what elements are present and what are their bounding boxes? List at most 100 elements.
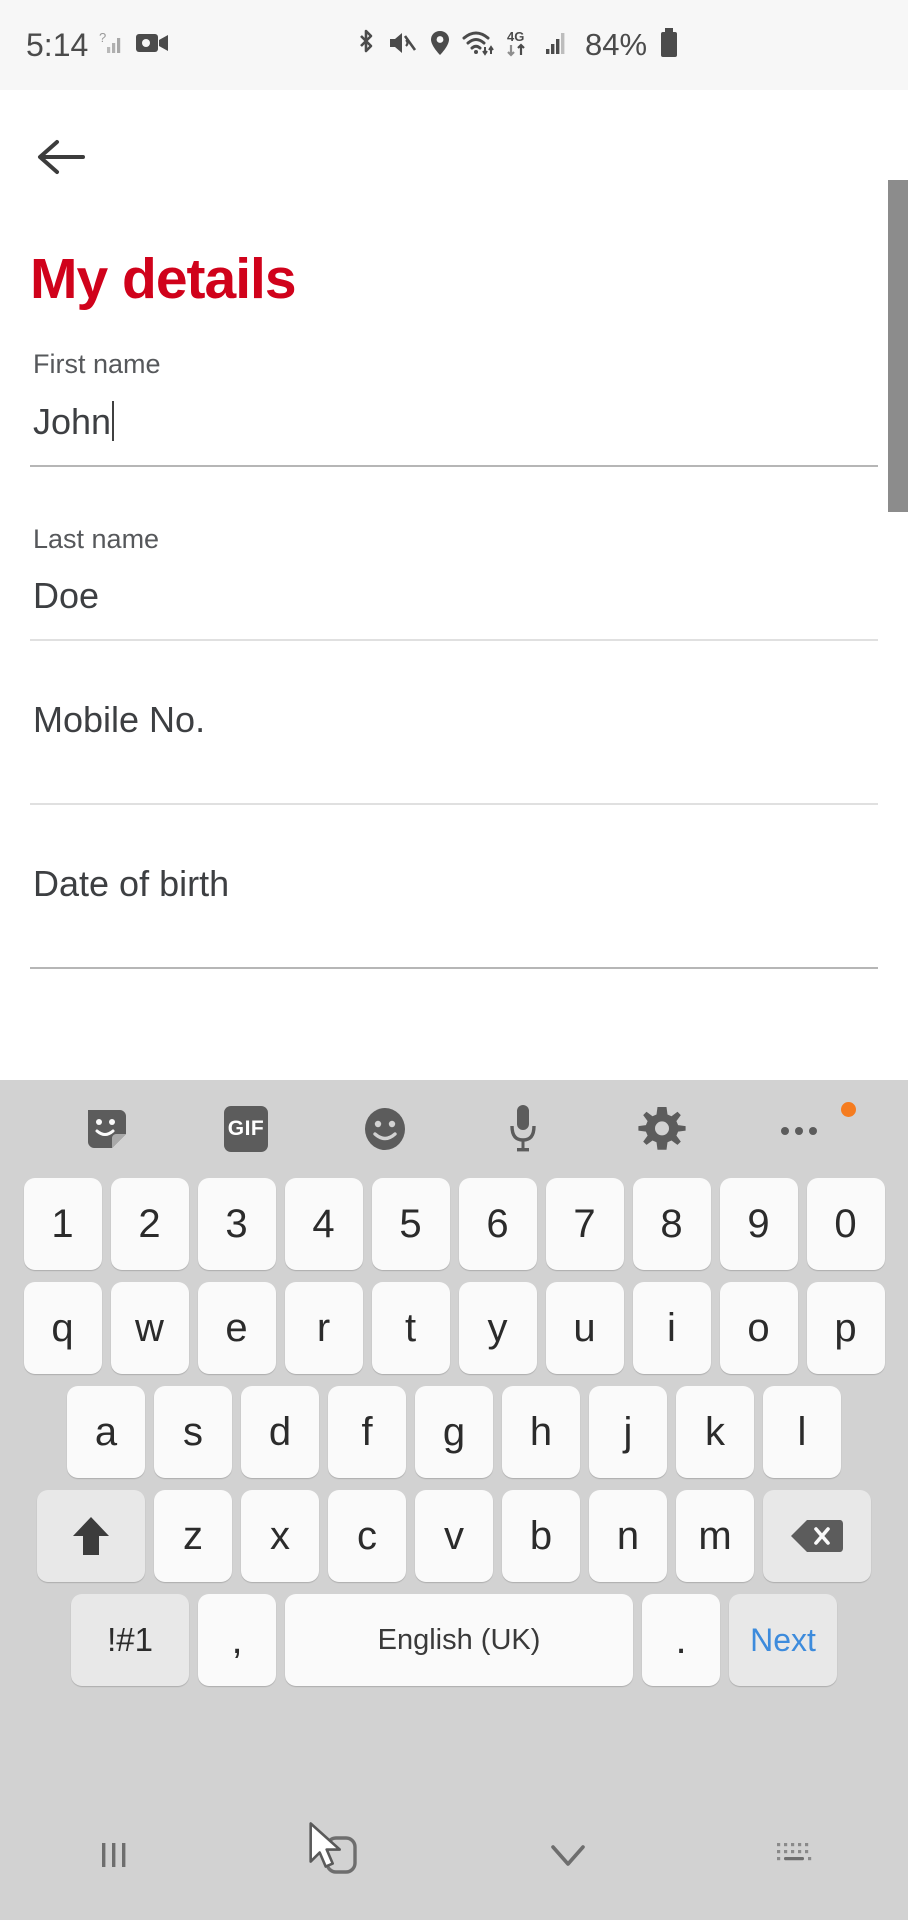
field-underline-mobile-no [30,803,878,806]
mobile-no-input[interactable]: Mobile No. [30,699,878,741]
key-z[interactable]: z [154,1490,232,1582]
backspace-key[interactable] [763,1490,871,1582]
last-name-input[interactable]: Doe [30,575,99,617]
text-caret [112,400,115,441]
field-mobile-no[interactable]: Mobile No. [0,699,908,806]
svg-text:?: ? [99,30,106,45]
recents-icon [101,1843,125,1867]
space-key[interactable]: English (UK) [285,1594,633,1686]
more-options-icon[interactable] [731,1080,870,1178]
key-u[interactable]: u [545,1282,624,1374]
emoji-icon[interactable] [315,1080,454,1178]
microphone-icon[interactable] [454,1080,593,1178]
key-o[interactable]: o [719,1282,798,1374]
key-d[interactable]: d [241,1386,319,1478]
key-k[interactable]: k [676,1386,754,1478]
first-name-value: John [33,400,112,442]
key-2[interactable]: 2 [110,1178,189,1270]
field-label-last-name: Last name [33,523,160,554]
keyboard-toolbar: GIF [0,1080,908,1178]
symbols-key[interactable]: !#1 [71,1594,189,1686]
keyboard-rows: 1 2 3 4 5 6 7 8 9 0 q w e r t y u i o p … [0,1178,908,1686]
key-p[interactable]: p [806,1282,885,1374]
key-f[interactable]: f [328,1386,406,1478]
key-y[interactable]: y [458,1282,537,1374]
key-c[interactable]: c [328,1490,406,1582]
date-of-birth-input[interactable]: Date of birth [30,863,878,905]
key-a[interactable]: a [67,1386,145,1478]
navigation-bar [0,1790,908,1920]
keyboard: GIF 1 2 3 4 5 6 7 8 9 0 q w e r t y u i … [0,1080,908,1790]
back-button-nav[interactable] [454,1790,681,1920]
key-0[interactable]: 0 [806,1178,885,1270]
toolbar [0,90,908,188]
field-underline-first-name [30,464,878,467]
hide-keyboard-button[interactable] [681,1790,908,1920]
key-w[interactable]: w [110,1282,189,1374]
back-chevron-icon [550,1845,585,1866]
key-i[interactable]: i [632,1282,711,1374]
key-n[interactable]: n [589,1490,667,1582]
comma-key[interactable]: , [198,1594,276,1686]
key-8[interactable]: 8 [632,1178,711,1270]
wifi-icon [462,29,494,62]
scrollbar-thumb[interactable] [888,180,908,512]
back-arrow-icon [38,140,85,174]
status-bar-left: 5:14 ? [26,27,170,64]
back-button[interactable] [30,126,92,188]
key-9[interactable]: 9 [719,1178,798,1270]
status-time: 5:14 [26,26,89,63]
period-key[interactable]: . [642,1594,720,1686]
first-name-input[interactable]: John [30,400,115,443]
key-g[interactable]: g [415,1386,493,1478]
key-5[interactable]: 5 [371,1178,450,1270]
shift-key[interactable] [37,1490,145,1582]
key-x[interactable]: x [241,1490,319,1582]
keyboard-row-qwerty: q w e r t y u i o p [8,1282,900,1374]
field-date-of-birth[interactable]: Date of birth [0,863,908,970]
home-button[interactable] [227,1790,454,1920]
key-v[interactable]: v [415,1490,493,1582]
battery-icon [658,27,680,64]
keyboard-row-zxcv: z x c v b n m [8,1490,900,1582]
keyboard-row-bottom: !#1 , English (UK) . Next [8,1594,900,1686]
key-b[interactable]: b [502,1490,580,1582]
key-6[interactable]: 6 [458,1178,537,1270]
key-h[interactable]: h [502,1386,580,1478]
cellular-signal-icon [546,29,572,62]
status-bar-right: 4G 84% [355,0,680,90]
settings-gear-icon[interactable] [593,1080,732,1178]
location-pin-icon [429,29,451,62]
key-1[interactable]: 1 [23,1178,102,1270]
recents-button[interactable] [0,1790,227,1920]
backspace-icon [791,1520,843,1552]
key-r[interactable]: r [284,1282,363,1374]
field-label-first-name: First name [33,349,161,379]
gif-icon[interactable]: GIF [177,1080,316,1178]
keyboard-row-asdf: a s d f g h j k l [8,1386,900,1478]
field-first-name[interactable]: First name John [0,349,908,467]
key-j[interactable]: j [589,1386,667,1478]
key-3[interactable]: 3 [197,1178,276,1270]
field-last-name[interactable]: Last name Doe [0,523,908,642]
key-7[interactable]: 7 [545,1178,624,1270]
video-camera-icon [136,31,170,60]
gif-label: GIF [224,1106,268,1152]
key-e[interactable]: e [197,1282,276,1374]
details-form: First name John Last name Doe Mobile No.… [0,349,908,970]
notification-dot [841,1102,857,1117]
scrollbar-track[interactable] [888,180,908,970]
next-key[interactable]: Next [729,1594,837,1686]
volume-mute-icon [388,29,418,62]
key-q[interactable]: q [23,1282,102,1374]
sticker-icon[interactable] [38,1080,177,1178]
key-l[interactable]: l [763,1386,841,1478]
key-4[interactable]: 4 [284,1178,363,1270]
key-t[interactable]: t [371,1282,450,1374]
battery-percent-label: 84% [585,27,648,62]
key-s[interactable]: s [154,1386,232,1478]
4g-data-icon: 4G [505,28,535,63]
key-m[interactable]: m [676,1490,754,1582]
